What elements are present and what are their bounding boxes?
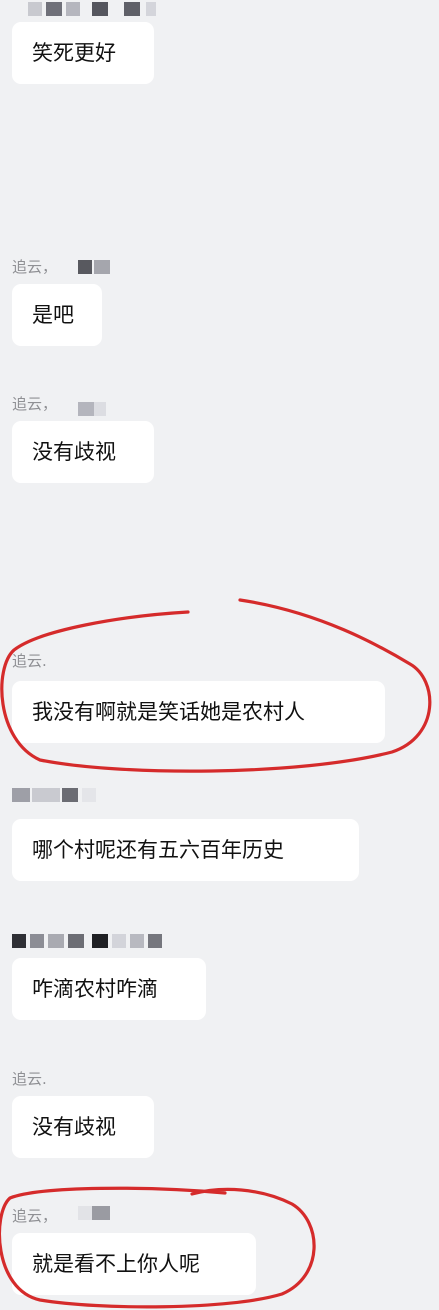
blurred-sender-name — [12, 788, 96, 802]
sender-name: 追云. — [12, 1070, 47, 1088]
message-bubble[interactable]: 笑死更好 — [12, 22, 154, 84]
blurred-sender-name — [78, 260, 112, 274]
message-bubble[interactable]: 哪个村呢还有五六百年历史 — [12, 819, 359, 881]
sender-name: 追云， — [12, 258, 58, 276]
blurred-sender-name — [78, 402, 110, 416]
message-bubble[interactable]: 就是看不上你人呢 — [12, 1233, 256, 1295]
blurred-sender-name — [12, 934, 162, 948]
message-bubble[interactable]: 没有歧视 — [12, 1096, 154, 1158]
sender-name: 追云， — [12, 395, 58, 413]
blurred-sender-name — [28, 2, 158, 16]
chat-message-list[interactable]: 笑死更好 追云， 是吧 追云， 没有歧视 追云. 我没有啊就是笑话她是农村人 哪… — [0, 0, 439, 1310]
sender-name: 追云. — [12, 652, 47, 670]
message-bubble[interactable]: 是吧 — [12, 284, 102, 346]
message-bubble[interactable]: 没有歧视 — [12, 421, 154, 483]
message-bubble[interactable]: 我没有啊就是笑话她是农村人 — [12, 681, 385, 743]
blurred-sender-name — [78, 1206, 112, 1220]
message-bubble[interactable]: 咋滴农村咋滴 — [12, 958, 206, 1020]
sender-name: 追云， — [12, 1207, 58, 1225]
